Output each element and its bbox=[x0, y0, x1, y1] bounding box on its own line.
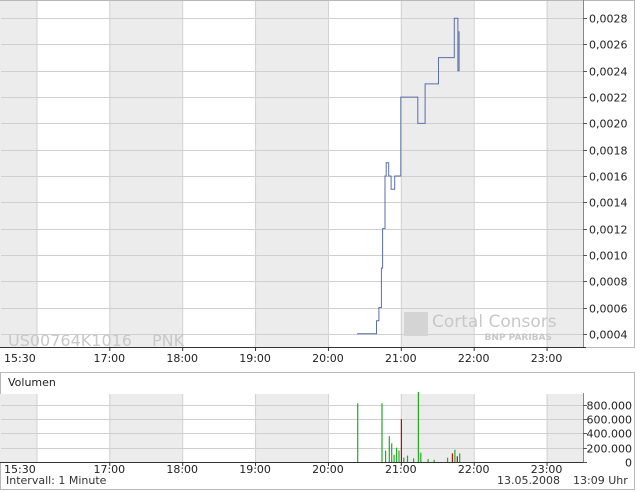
volume-bar bbox=[406, 455, 409, 462]
price-y-tick-label: 0,0018 bbox=[589, 145, 628, 158]
price-y-tick-label: 0,0014 bbox=[589, 197, 628, 210]
price-x-tick-label: 15:30 bbox=[4, 352, 36, 365]
volume-x-tick-label: 22:00 bbox=[458, 463, 490, 476]
price-y-tick-label: 0,0012 bbox=[589, 224, 628, 237]
shaded-band bbox=[546, 1, 583, 347]
volume-bar bbox=[357, 403, 359, 462]
date-label: 13.05.2008 bbox=[497, 474, 560, 487]
volume-bar bbox=[385, 450, 387, 462]
volume-y-tick-label: 0 bbox=[625, 457, 632, 470]
price-y-tick-label: 0,0006 bbox=[589, 303, 628, 316]
price-x-tick-label: 18:00 bbox=[166, 352, 198, 365]
volume-x-tick-label: 18:00 bbox=[166, 463, 198, 476]
volume-bar bbox=[427, 459, 429, 462]
volume-bar bbox=[417, 392, 419, 462]
logo-subtext: BNP PARIBAS bbox=[485, 333, 552, 343]
shaded-band bbox=[546, 394, 583, 462]
volume-bar bbox=[420, 452, 422, 462]
shaded-band bbox=[0, 1, 37, 347]
price-x-tick-label: 23:00 bbox=[531, 352, 563, 365]
volume-x-tick-label: 21:00 bbox=[385, 463, 417, 476]
volume-bar bbox=[451, 453, 453, 462]
shaded-band bbox=[255, 1, 328, 347]
chart-frame: US00764K1016 PNK Cortal Consors BNP PARI… bbox=[0, 0, 635, 490]
volume-bar bbox=[433, 459, 435, 462]
volume-y-tick-label: 400.000 bbox=[587, 428, 633, 441]
volume-bar bbox=[398, 450, 400, 462]
volume-y-tick-label: 200.000 bbox=[587, 443, 633, 456]
volume-bar bbox=[456, 456, 458, 462]
shaded-band bbox=[109, 394, 183, 462]
volume-title: Volumen bbox=[8, 376, 56, 389]
volume-bar bbox=[400, 419, 402, 462]
price-x-tick-label: 17:00 bbox=[93, 352, 125, 365]
price-x-tick-label: 19:00 bbox=[239, 352, 271, 365]
shaded-band bbox=[255, 394, 328, 462]
volume-bar bbox=[391, 443, 393, 462]
volume-bar bbox=[454, 449, 456, 462]
volume-bar bbox=[403, 457, 405, 462]
price-x-tick-label: 21:00 bbox=[385, 352, 417, 365]
volume-bar bbox=[388, 436, 390, 462]
price-y-tick-label: 0,0008 bbox=[589, 276, 628, 289]
price-y-tick-label: 0,0004 bbox=[589, 329, 628, 342]
volume-x-tick-label: 19:00 bbox=[239, 463, 271, 476]
shaded-band bbox=[109, 1, 183, 347]
price-y-tick-label: 0,0024 bbox=[589, 66, 628, 79]
price-y-tick-label: 0,0016 bbox=[589, 171, 628, 184]
volume-bar bbox=[413, 458, 415, 462]
volume-bar bbox=[393, 454, 395, 462]
price-y-tick-label: 0,0028 bbox=[589, 13, 628, 26]
volume-y-tick-label: 600.000 bbox=[587, 414, 633, 427]
shaded-band bbox=[400, 1, 474, 347]
price-y-tick-label: 0,0020 bbox=[589, 118, 628, 131]
volume-bar bbox=[459, 453, 461, 462]
price-y-tick-label: 0,0026 bbox=[589, 39, 628, 52]
price-panel: US00764K1016 PNK Cortal Consors BNP PARI… bbox=[0, 0, 635, 350]
logo-mark-icon bbox=[404, 312, 428, 336]
price-x-tick-label: 22:00 bbox=[458, 352, 490, 365]
volume-x-tick-label: 20:00 bbox=[312, 463, 344, 476]
price-y-tick-label: 0,0010 bbox=[589, 250, 628, 263]
volume-y-tick-label: 800.000 bbox=[587, 400, 633, 413]
volume-bar bbox=[447, 457, 449, 462]
price-x-tick-label: 20:00 bbox=[312, 352, 344, 365]
interval-label: Intervall: 1 Minute bbox=[6, 474, 107, 487]
logo-text: Cortal Consors bbox=[432, 312, 557, 332]
time-label: 13:09 Uhr bbox=[573, 474, 628, 487]
price-y-tick-label: 0,0022 bbox=[589, 92, 628, 105]
shaded-band bbox=[400, 394, 474, 462]
volume-bar bbox=[396, 447, 398, 462]
volume-bar bbox=[381, 403, 383, 462]
shaded-band bbox=[0, 394, 37, 462]
